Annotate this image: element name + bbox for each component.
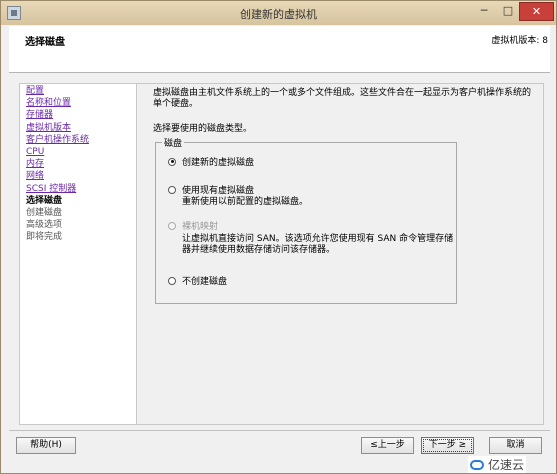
option-raw-mapping: 裸机映射 (168, 219, 218, 232)
back-button[interactable]: ≤上一步 (361, 437, 414, 454)
watermark-text: 亿速云 (488, 458, 525, 472)
wizard-header: 选择磁盘 虚拟机版本: 8 (9, 26, 550, 73)
close-button[interactable]: ✕ (519, 2, 554, 21)
maximize-button[interactable]: □ (497, 2, 519, 21)
option-raw-mapping-label: 裸机映射 (182, 222, 219, 232)
disk-type-prompt: 选择要使用的磁盘类型。 (153, 124, 253, 134)
option-no-disk-label: 不创建磁盘 (182, 277, 228, 287)
radio-use-existing[interactable] (168, 185, 176, 194)
radio-create-new[interactable] (168, 157, 176, 166)
footer-divider (9, 430, 550, 431)
page-title: 选择磁盘 (25, 37, 65, 48)
disk-groupbox: 磁盘 创建新的虚拟磁盘 使用现有虚拟磁盘 重新使用以前配置的虚拟磁盘。 裸机映射… (155, 136, 457, 304)
radio-raw-mapping (168, 221, 176, 230)
next-button[interactable]: 下一步 ≥ (421, 437, 474, 454)
wizard-steps-nav: 配置 名称和位置 存储器 虚拟机版本 客户机操作系统 CPU 内存 网络 SCS… (19, 83, 137, 425)
step-advanced-options: 高级选项 (26, 220, 63, 231)
option-raw-mapping-desc-line2: 器并继续使用数据存储访问该存储器。 (182, 245, 336, 255)
step-guest-os[interactable]: 客户机操作系统 (26, 134, 136, 146)
step-config[interactable]: 配置 (26, 85, 136, 97)
option-create-new[interactable]: 创建新的虚拟磁盘 (168, 155, 254, 168)
step-create-disk: 创建磁盘 (26, 207, 63, 218)
step-select-disk: 选择磁盘 (26, 195, 63, 206)
cloud-logo-icon (470, 459, 484, 470)
option-use-existing-desc: 重新使用以前配置的虚拟磁盘。 (182, 197, 309, 207)
step-cpu[interactable]: CPU (26, 146, 136, 158)
step-vm-version[interactable]: 虚拟机版本 (26, 122, 136, 134)
option-no-disk[interactable]: 不创建磁盘 (168, 274, 227, 287)
step-storage[interactable]: 存储器 (26, 109, 136, 121)
step-name-location[interactable]: 名称和位置 (26, 97, 136, 109)
step-memory[interactable]: 内存 (26, 158, 136, 170)
vm-version-label: 虚拟机版本: 8 (491, 36, 548, 46)
disk-group-label: 磁盘 (162, 136, 185, 149)
content-panel: 虚拟磁盘由主机文件系统上的一个或多个文件组成。这些文件合在一起显示为客户机操作系… (137, 83, 544, 425)
step-network[interactable]: 网络 (26, 170, 136, 182)
cancel-button[interactable]: 取消 (489, 437, 542, 454)
step-scsi-controller[interactable]: SCSI 控制器 (26, 183, 136, 195)
wizard-window: 创建新的虚拟机 ─ □ ✕ 选择磁盘 虚拟机版本: 8 配置 名称和位置 存储器… (0, 0, 557, 474)
title-bar[interactable]: 创建新的虚拟机 ─ □ ✕ (1, 1, 556, 25)
option-use-existing-label: 使用现有虚拟磁盘 (182, 186, 255, 196)
minimize-button[interactable]: ─ (471, 2, 497, 21)
radio-no-disk[interactable] (168, 276, 176, 285)
option-raw-mapping-desc-line1: 让虚拟机直接访问 SAN。该选项允许您使用现有 SAN 命令管理存储 (182, 234, 454, 244)
option-use-existing[interactable]: 使用现有虚拟磁盘 (168, 183, 254, 196)
step-ready-to-complete: 即将完成 (26, 232, 63, 243)
watermark: 亿速云 (468, 456, 527, 473)
help-button[interactable]: 帮助(H) (16, 437, 76, 454)
option-create-new-label: 创建新的虚拟磁盘 (182, 158, 255, 168)
disk-description: 虚拟磁盘由主机文件系统上的一个或多个文件组成。这些文件合在一起显示为客户机操作系… (153, 88, 532, 109)
